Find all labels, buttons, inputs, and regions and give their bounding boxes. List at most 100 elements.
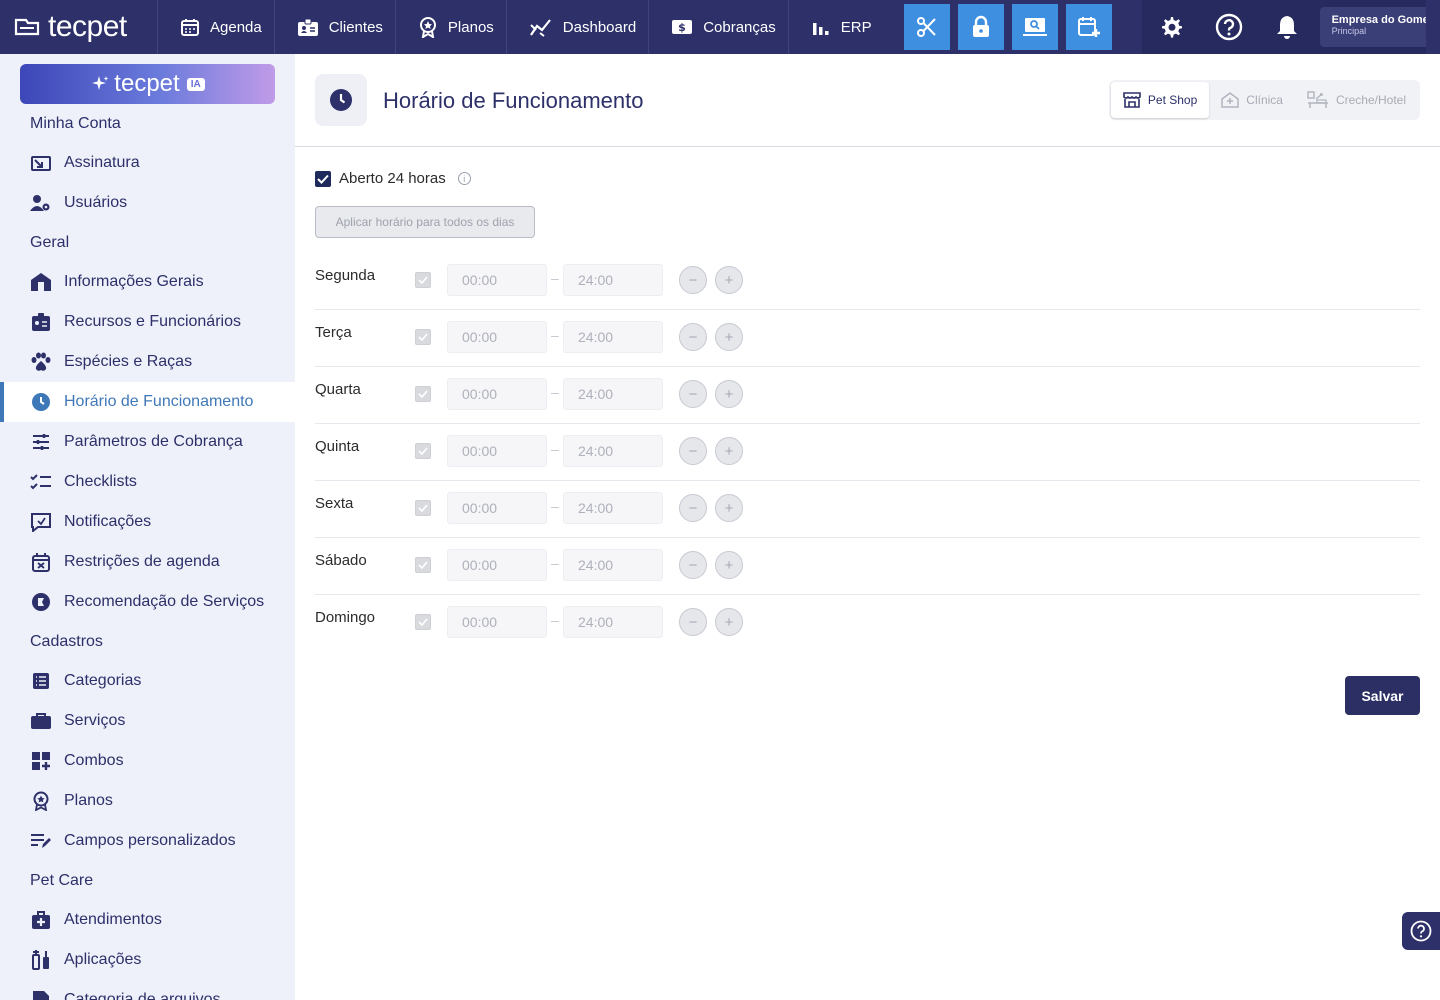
day-checkbox[interactable]	[415, 500, 431, 516]
day-checkbox[interactable]	[415, 443, 431, 459]
sidebar-item-usuarios[interactable]: Usuários	[0, 183, 295, 223]
sidebar-item-recomendacao-servicos[interactable]: Recomendação de Serviços	[0, 582, 295, 622]
day-checkbox[interactable]	[415, 557, 431, 573]
remove-interval-button[interactable]: −	[679, 608, 707, 636]
clock-icon	[32, 393, 50, 411]
day-checkbox[interactable]	[415, 386, 431, 402]
add-interval-button[interactable]: +	[715, 380, 743, 408]
info-icon[interactable]: i	[457, 172, 471, 185]
nav-agenda[interactable]: Agenda	[158, 0, 275, 54]
nav-clientes[interactable]: Clientes	[275, 0, 396, 54]
remove-interval-button[interactable]: −	[679, 380, 707, 408]
nav-planos[interactable]: Planos	[396, 0, 507, 54]
open-24h-option[interactable]: Aberto 24 horas i	[315, 170, 471, 187]
notifications-button[interactable]	[1258, 0, 1316, 54]
add-interval-button[interactable]: +	[715, 266, 743, 294]
sidebar-item-planos[interactable]: Planos	[0, 781, 295, 821]
sidebar: tecpet IA Minha Conta Assinatura Usuário…	[0, 54, 295, 1000]
sidebar-item-notificacoes[interactable]: Notificações	[0, 502, 295, 542]
scissors-button[interactable]	[903, 4, 950, 50]
sidebar-item-horario-funcionamento[interactable]: Horário de Funcionamento	[0, 382, 295, 422]
end-time-input[interactable]: 24:00	[563, 321, 663, 353]
save-button[interactable]: Salvar	[1345, 676, 1420, 715]
sidebar-item-parametros-cobranca[interactable]: Parâmetros de Cobrança	[0, 422, 295, 462]
nav-erp[interactable]: ERP	[789, 0, 884, 54]
sidebar-item-recursos-funcionarios[interactable]: Recursos e Funcionários	[0, 302, 295, 342]
floating-help-button[interactable]	[1402, 912, 1440, 950]
end-time-input[interactable]: 24:00	[563, 435, 663, 467]
award-icon	[33, 791, 49, 811]
day-label: Sexta	[315, 495, 354, 512]
logo[interactable]: tecpet	[0, 0, 158, 54]
end-time-input[interactable]: 24:00	[563, 549, 663, 581]
sidebar-item-informacoes-gerais[interactable]: Informações Gerais	[0, 262, 295, 302]
day-row: Quarta 00:00–24:00 − +	[315, 367, 1420, 424]
remove-interval-button[interactable]: −	[679, 437, 707, 465]
storefront-icon	[1123, 92, 1141, 108]
day-label: Quarta	[315, 381, 361, 398]
end-time-input[interactable]: 24:00	[563, 492, 663, 524]
lock-button[interactable]	[957, 4, 1004, 50]
sidebar-item-categoria-arquivos[interactable]: Categoria de arquivos	[0, 980, 295, 1000]
page-header: Horário de Funcionamento Pet Shop Clínic…	[295, 54, 1440, 147]
segment-creche-hotel[interactable]: Creche/Hotel	[1295, 82, 1418, 118]
start-time-input[interactable]: 00:00	[447, 549, 547, 581]
badge-icon	[32, 313, 50, 331]
ia-badge: IA	[186, 77, 205, 91]
sidebar-item-aplicacoes[interactable]: Aplicações	[0, 940, 295, 980]
minus-icon: −	[688, 556, 698, 574]
dollar-icon: $	[672, 20, 693, 34]
day-checkbox[interactable]	[415, 614, 431, 630]
start-time-input[interactable]: 00:00	[447, 378, 547, 410]
calendar-plus-button[interactable]	[1065, 4, 1112, 50]
end-time-input[interactable]: 24:00	[563, 606, 663, 638]
calendar-x-icon	[32, 553, 50, 572]
users-gear-icon	[30, 195, 50, 211]
sidebar-item-combos[interactable]: Combos	[0, 741, 295, 781]
remove-interval-button[interactable]: −	[679, 266, 707, 294]
list-box-icon	[33, 673, 49, 689]
sidebar-item-checklists[interactable]: Checklists	[0, 462, 295, 502]
end-time-input[interactable]: 24:00	[563, 378, 663, 410]
settings-button[interactable]	[1142, 0, 1200, 54]
end-time-input[interactable]: 24:00	[563, 264, 663, 296]
add-interval-button[interactable]: +	[715, 608, 743, 636]
start-time-input[interactable]: 00:00	[447, 264, 547, 296]
sidebar-item-servicos[interactable]: Serviços	[0, 701, 295, 741]
sidebar-item-categorias[interactable]: Categorias	[0, 661, 295, 701]
segment-pet-shop[interactable]: Pet Shop	[1110, 82, 1210, 118]
sidebar-item-atendimentos[interactable]: Atendimentos	[0, 900, 295, 940]
open-24h-checkbox[interactable]	[315, 170, 331, 187]
start-time-input[interactable]: 00:00	[447, 435, 547, 467]
sidebar-item-especies-racas[interactable]: Espécies e Raças	[0, 342, 295, 382]
plus-icon: +	[724, 271, 734, 289]
day-checkbox[interactable]	[415, 272, 431, 288]
remove-interval-button[interactable]: −	[679, 494, 707, 522]
laptop-search-button[interactable]	[1011, 4, 1058, 50]
add-interval-button[interactable]: +	[715, 323, 743, 351]
apply-all-days-button[interactable]: Aplicar horário para todos os dias	[315, 206, 535, 238]
day-checkbox[interactable]	[415, 329, 431, 345]
add-interval-button[interactable]: +	[715, 551, 743, 579]
minus-icon: −	[688, 271, 698, 289]
start-time-input[interactable]: 00:00	[447, 492, 547, 524]
add-interval-button[interactable]: +	[715, 494, 743, 522]
page-title: Horário de Funcionamento	[383, 88, 644, 113]
tecpet-ia-button[interactable]: tecpet IA	[20, 64, 275, 104]
help-button[interactable]	[1200, 0, 1258, 54]
nav-dashboard[interactable]: Dashboard	[507, 0, 650, 54]
sidebar-item-campos-personalizados[interactable]: Campos personalizados	[0, 821, 295, 861]
remove-interval-button[interactable]: −	[679, 323, 707, 351]
start-time-input[interactable]: 00:00	[447, 606, 547, 638]
start-time-input[interactable]: 00:00	[447, 321, 547, 353]
segment-clinica[interactable]: Clínica	[1209, 82, 1295, 118]
sidebar-item-restricoes-agenda[interactable]: Restrições de agenda	[0, 542, 295, 582]
nav-cobrancas[interactable]: $ Cobranças	[649, 0, 789, 54]
bar-chart-icon	[812, 23, 829, 35]
check-icon	[418, 390, 428, 398]
sidebar-item-assinatura[interactable]: Assinatura	[0, 143, 295, 183]
remove-interval-button[interactable]: −	[679, 551, 707, 579]
minus-icon: −	[688, 442, 698, 460]
add-interval-button[interactable]: +	[715, 437, 743, 465]
company-selector[interactable]: Empresa do Gomes Principal	[1319, 7, 1426, 47]
